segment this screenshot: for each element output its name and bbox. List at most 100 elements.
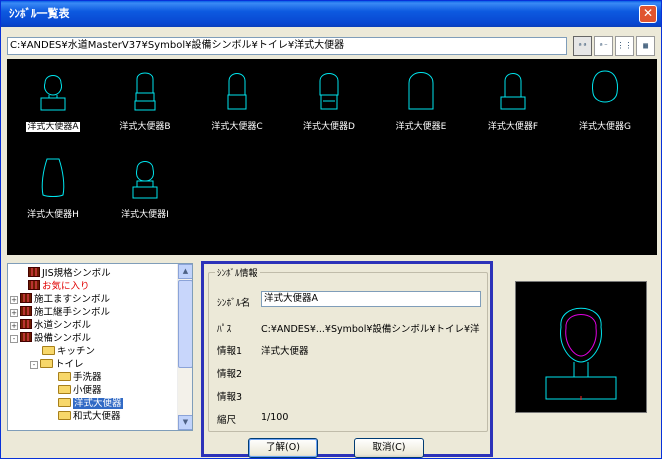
symbol-item[interactable]: 洋式大便器A [7, 63, 99, 133]
symbol-item[interactable]: 洋式大便器E [375, 63, 467, 133]
tree-item-label: 施工ますシンボル [34, 294, 111, 305]
symbol-info-group: ｼﾝﾎﾞﾙ情報 ｼﾝﾎﾞﾙ名 洋式大便器A ﾊﾟｽ C:¥ANDES¥...¥S… [208, 266, 488, 432]
toilet-symbol-icon [41, 158, 65, 197]
toilet-symbol-icon [227, 73, 247, 110]
symbol-label: 洋式大便器F [487, 122, 539, 132]
tree-item[interactable]: キッチン [42, 345, 95, 358]
symbol-label: 洋式大便器B [119, 122, 171, 132]
toilet-symbol-icon [134, 72, 156, 111]
symbol-item[interactable]: 洋式大便器I [99, 151, 191, 221]
folder-open-icon [40, 359, 53, 368]
info1-label: 情報1 [217, 346, 243, 357]
symbol-grid: 洋式大便器A 洋式大便器B 洋式大便器C 洋式大便器D 洋式大便器E 洋式大便器… [7, 59, 657, 255]
tree-item-label: JIS規格シンボル [42, 268, 111, 279]
symbol-info-panel: ｼﾝﾎﾞﾙ情報 ｼﾝﾎﾞﾙ名 洋式大便器A ﾊﾟｽ C:¥ANDES¥...¥S… [201, 261, 493, 458]
info2-label: 情報2 [217, 369, 243, 380]
scroll-thumb[interactable] [178, 280, 192, 368]
symbol-name-field[interactable]: 洋式大便器A [261, 291, 481, 307]
symbol-label: 洋式大便器E [395, 122, 447, 132]
tree-item[interactable]: - トイレ [30, 358, 84, 371]
symbol-item[interactable]: 洋式大便器D [283, 63, 375, 133]
folder-open-icon [58, 398, 71, 407]
toilet-symbol-icon [132, 161, 158, 199]
toilet-symbol-icon [500, 73, 526, 110]
symbol-item[interactable]: 洋式大便器C [191, 63, 283, 133]
path-value: C:¥ANDES¥...¥Symbol¥設備シンボル¥トイレ¥洋 [261, 324, 480, 335]
path-label: ﾊﾟｽ [217, 324, 232, 335]
folder-icon [58, 385, 71, 394]
collapse-toggle[interactable]: - [30, 361, 38, 369]
tree-item-label: 手洗器 [73, 372, 102, 383]
category-tree[interactable]: JIS規格シンボル お気に入り + 施工ますシンボル + 施工継手シンボル + 水道シ… [7, 263, 193, 431]
tree-item[interactable]: + 水道シンボル [10, 319, 91, 332]
expand-toggle[interactable]: + [10, 309, 18, 317]
toilet-symbol-icon [408, 72, 434, 110]
ok-button[interactable]: 了解(O) [248, 438, 318, 458]
group-title: ｼﾝﾎﾞﾙ情報 [215, 266, 260, 279]
tree-item-label: 小便器 [73, 385, 102, 396]
symbol-label: 洋式大便器I [121, 210, 169, 220]
expand-toggle[interactable]: + [10, 296, 18, 304]
symbol-label: 洋式大便器H [27, 210, 79, 220]
tree-item-label: 和式大便器 [73, 411, 121, 422]
symbol-label: 洋式大便器A [25, 121, 81, 133]
symbol-label: 洋式大便器D [303, 122, 355, 132]
book-icon [20, 306, 32, 316]
collapse-toggle[interactable]: - [10, 335, 18, 343]
folder-icon [58, 411, 71, 420]
tree-item[interactable]: 手洗器 [58, 371, 102, 384]
symbol-item[interactable]: 洋式大便器H [7, 151, 99, 221]
scale-value: 1/100 [261, 412, 289, 423]
scale-label: 縮尺 [217, 415, 237, 426]
cancel-button[interactable]: 取消(C) [354, 438, 424, 458]
view-toolbar: ᵃᵃ ᵃ⁻ ⋮⋮ ▦ [573, 36, 657, 56]
book-icon [20, 293, 32, 303]
path-display: C:¥ANDES¥水道MasterV37¥Symbol¥設備シンボル¥トイレ¥洋… [7, 37, 567, 55]
window-title: ｼﾝﾎﾞﾙ一覧表 [9, 7, 70, 20]
small-icon-view-button[interactable]: ᵃ⁻ [594, 36, 613, 56]
symbol-item[interactable]: 洋式大便器F [467, 63, 559, 133]
tree-item[interactable]: + 施工ますシンボル [10, 293, 110, 306]
folder-icon [42, 346, 55, 355]
tree-item[interactable]: 和式大便器 [58, 410, 121, 423]
detail-view-button[interactable]: ▦ [636, 36, 655, 56]
tree-item[interactable]: JIS規格シンボル [16, 267, 111, 280]
tree-item[interactable]: - 設備シンボル [10, 332, 91, 345]
folder-icon [58, 372, 71, 381]
expand-toggle[interactable]: + [10, 322, 18, 330]
tree-item-label: 設備シンボル [34, 333, 92, 344]
tree-item[interactable]: お気に入り [16, 280, 90, 293]
symbol-item[interactable]: 洋式大便器B [99, 63, 191, 133]
tree-scrollbar[interactable]: ▲ ▼ [177, 264, 192, 430]
symbol-label: 洋式大便器C [211, 122, 263, 132]
symbol-label: 洋式大便器G [579, 122, 631, 132]
tree-item-label: 施工継手シンボル [34, 307, 111, 318]
title-bar[interactable]: ｼﾝﾎﾞﾙ一覧表 ✕ [1, 1, 661, 27]
list-view-button[interactable]: ⋮⋮ [615, 36, 634, 56]
info3-label: 情報3 [217, 392, 243, 403]
book-icon [28, 267, 40, 277]
tree-item-label: キッチン [57, 346, 96, 357]
book-icon [20, 332, 32, 342]
info1-value: 洋式大便器 [261, 346, 309, 357]
tree-item-label: トイレ [55, 359, 84, 370]
tree-item[interactable]: 小便器 [58, 384, 102, 397]
scroll-down-icon[interactable]: ▼ [178, 415, 192, 430]
symbol-item[interactable]: 洋式大便器G [559, 63, 651, 133]
toilet-symbol-icon [592, 70, 618, 103]
tree-item-selected[interactable]: 洋式大便器 [58, 397, 123, 410]
toilet-preview-icon [545, 307, 617, 400]
large-icon-view-button[interactable]: ᵃᵃ [573, 36, 592, 56]
scroll-up-icon[interactable]: ▲ [178, 264, 192, 279]
book-icon [20, 319, 32, 329]
symbol-preview [515, 281, 647, 413]
toilet-symbol-icon [40, 75, 66, 111]
tree-item-label: 水道シンボル [34, 320, 92, 331]
symbol-list-window: ｼﾝﾎﾞﾙ一覧表 ✕ C:¥ANDES¥水道MasterV37¥Symbol¥設… [0, 0, 662, 459]
tree-item-label: 洋式大便器 [73, 398, 123, 409]
tree-item-label: お気に入り [42, 281, 90, 292]
close-button[interactable]: ✕ [639, 5, 657, 23]
book-icon [28, 280, 40, 290]
symbol-name-label: ｼﾝﾎﾞﾙ名 [217, 298, 251, 309]
tree-item[interactable]: + 施工継手シンボル [10, 306, 110, 319]
